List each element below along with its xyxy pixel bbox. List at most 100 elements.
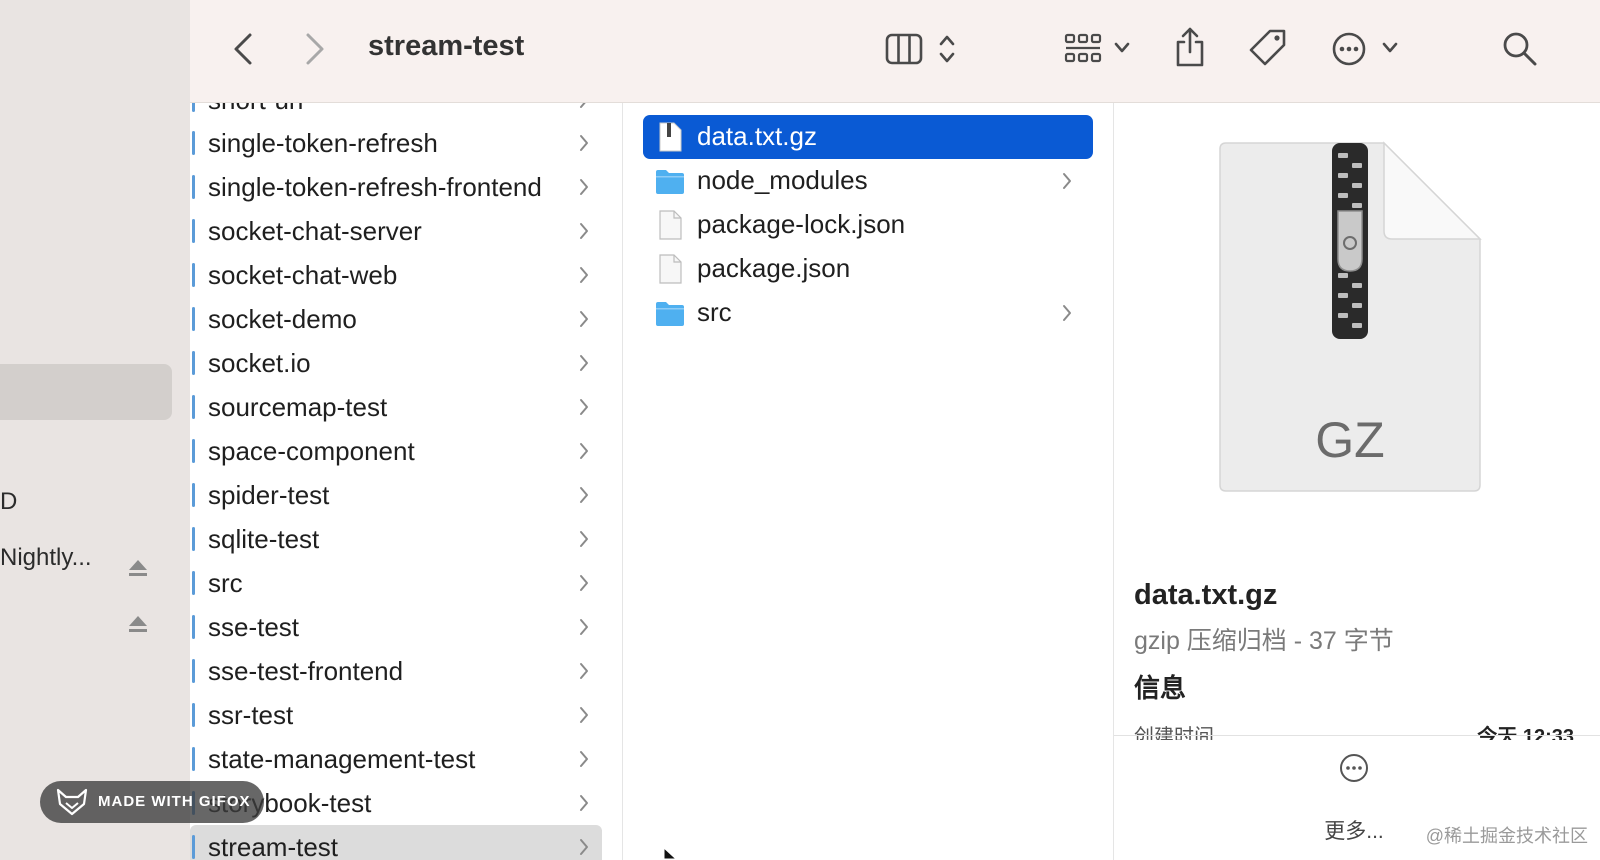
chevron-right-icon <box>580 575 588 591</box>
list-item[interactable]: single-token-refresh <box>190 121 602 165</box>
folder-marker <box>192 483 195 507</box>
sidebar-item-partial[interactable]: D <box>0 488 17 516</box>
view-options-icon[interactable] <box>938 33 956 65</box>
chevron-right-icon <box>580 751 588 767</box>
chevron-right-icon <box>580 399 588 415</box>
folder-marker <box>192 263 195 287</box>
item-label: socket.io <box>208 348 311 378</box>
chevron-right-icon <box>580 663 588 679</box>
list-item[interactable]: socket.io <box>190 341 602 385</box>
sidebar: D Nightly... <box>0 0 190 860</box>
preview-file-type-label: GZ <box>1315 412 1384 468</box>
list-item[interactable]: sqlite-test <box>190 517 602 561</box>
info-created-label: 创建时间 <box>1134 726 1214 740</box>
folder-marker <box>192 307 195 331</box>
list-item[interactable]: space-component <box>190 429 602 473</box>
info-created-value: 今天 12:33 <box>1477 726 1574 740</box>
eject-icon[interactable] <box>128 558 148 578</box>
folder-marker <box>192 747 195 771</box>
sidebar-selected-item[interactable] <box>0 364 172 420</box>
list-item[interactable]: package.json <box>643 247 1093 291</box>
list-item-selected[interactable]: data.txt.gz <box>643 115 1093 159</box>
preview-file-kind: gzip 压缩归档 - 37 字节 <box>1134 627 1394 655</box>
document-icon <box>659 210 682 240</box>
list-item-selected[interactable]: stream-test <box>190 825 602 860</box>
item-label: state-management-test <box>208 744 476 774</box>
item-label: sse-test <box>208 612 300 642</box>
preview-file-name: data.txt.gz <box>1134 579 1278 611</box>
chevron-right-icon <box>580 795 588 811</box>
item-label: socket-chat-web <box>208 260 398 290</box>
gifox-label: MADE WITH GIFOX <box>98 793 251 810</box>
folder-marker <box>192 131 195 155</box>
window-title: stream-test <box>368 30 525 62</box>
back-icon[interactable] <box>232 32 254 66</box>
list-item[interactable]: sse-test <box>190 605 602 649</box>
folder-marker <box>192 703 195 727</box>
chevron-right-icon <box>580 179 588 195</box>
folder-column-parent: short-url single-token-refresh single-to… <box>190 103 623 860</box>
list-item[interactable]: socket-demo <box>190 297 602 341</box>
item-label: short-url <box>208 103 303 116</box>
group-icon[interactable] <box>1064 33 1102 65</box>
mouse-cursor-icon <box>663 847 678 860</box>
chevron-right-icon <box>580 223 588 239</box>
document-icon <box>659 254 682 284</box>
list-item[interactable]: src <box>643 291 1093 335</box>
folder-marker <box>192 439 195 463</box>
list-item[interactable]: socket-chat-web <box>190 253 602 297</box>
share-icon[interactable] <box>1174 26 1206 68</box>
list-item[interactable]: sourcemap-test <box>190 385 602 429</box>
eject-icon[interactable] <box>128 614 148 634</box>
folder-marker <box>192 571 195 595</box>
folder-marker <box>192 659 195 683</box>
chevron-right-icon <box>580 487 588 503</box>
chevron-right-icon <box>580 267 588 283</box>
folder-marker <box>192 219 195 243</box>
info-heading: 信息 <box>1134 673 1187 703</box>
list-item[interactable]: node_modules <box>643 159 1093 203</box>
more-button-label: 更多... <box>1324 820 1384 843</box>
folder-marker <box>192 395 195 419</box>
more-actions-icon[interactable] <box>1332 32 1366 66</box>
folder-marker <box>192 103 195 112</box>
tag-icon[interactable] <box>1248 28 1288 68</box>
list-item[interactable]: single-token-refresh-frontend <box>190 165 602 209</box>
item-label: node_modules <box>697 165 868 195</box>
folder-marker <box>192 835 195 859</box>
list-item[interactable]: src <box>190 561 602 605</box>
chevron-right-icon <box>1063 305 1071 321</box>
list-item[interactable]: spider-test <box>190 473 602 517</box>
item-label: single-token-refresh <box>208 128 438 158</box>
chevron-right-icon <box>580 355 588 371</box>
list-item[interactable]: sse-test-frontend <box>190 649 602 693</box>
info-created-row: 创建时间 今天 12:33 <box>1134 720 1574 740</box>
column-view-icon[interactable] <box>885 33 923 65</box>
item-label: sqlite-test <box>208 524 320 554</box>
sidebar-item-nightly[interactable]: Nightly... <box>0 544 92 572</box>
gz-file-preview-icon: GZ <box>1219 141 1482 492</box>
item-label: package-lock.json <box>697 209 906 239</box>
chevron-down-icon[interactable] <box>1382 42 1398 54</box>
more-button[interactable]: 更多... <box>1314 743 1394 843</box>
more-icon <box>1340 754 1368 782</box>
list-item[interactable]: short-url <box>190 103 602 122</box>
chevron-down-icon[interactable] <box>1114 42 1130 54</box>
list-item[interactable]: state-management-test <box>190 737 602 781</box>
search-icon[interactable] <box>1502 31 1538 67</box>
item-label: sourcemap-test <box>208 392 388 422</box>
preview-pane: GZ data.txt.gz gzip 压缩归档 - 37 字节 信息 创建时间… <box>1114 103 1600 860</box>
list-item[interactable]: ssr-test <box>190 693 602 737</box>
item-label: stream-test <box>208 832 339 860</box>
item-label: spider-test <box>208 480 330 510</box>
list-item[interactable]: socket-chat-server <box>190 209 602 253</box>
chevron-right-icon <box>580 103 586 108</box>
folder-column-current: data.txt.gz node_modules package-lock.js… <box>623 103 1114 860</box>
chevron-right-icon <box>580 443 588 459</box>
chevron-right-icon <box>580 707 588 723</box>
item-label: src <box>697 297 732 327</box>
item-label: socket-chat-server <box>208 216 422 246</box>
folder-marker <box>192 615 195 639</box>
list-item[interactable]: package-lock.json <box>643 203 1093 247</box>
forward-icon[interactable] <box>304 32 326 66</box>
